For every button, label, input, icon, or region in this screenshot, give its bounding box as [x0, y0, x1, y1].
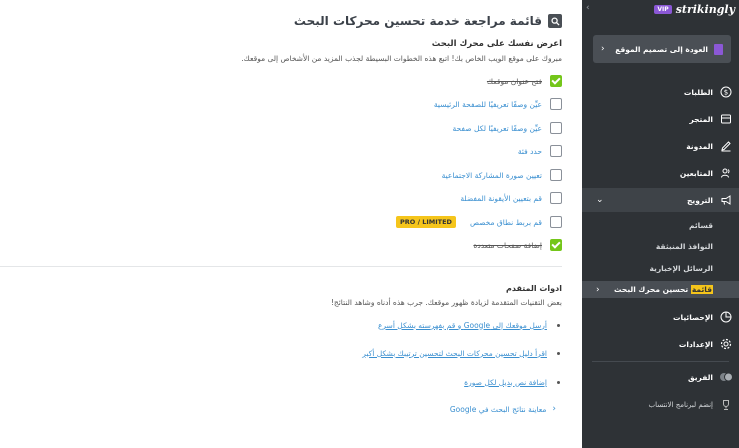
trophy-icon — [719, 398, 733, 412]
chevron-left-icon: ‹ — [552, 404, 556, 414]
sidebar-item-blog[interactable]: المدونة — [582, 134, 739, 158]
sidebar-item-settings[interactable]: الإعدادات — [582, 332, 739, 356]
megaphone-icon — [719, 193, 733, 207]
tool-item[interactable]: إضافة نص بديل لكل صورة — [464, 376, 562, 388]
sidebar-divider — [592, 361, 729, 362]
people-icon — [719, 166, 733, 180]
google-preview-label[interactable]: معاينة نتائج البحث في Google — [450, 405, 547, 414]
main-panel: قائمة مراجعة خدمة تحسين محركات البحث اعر… — [0, 0, 582, 448]
checklist-label: فتح عنوان موقعك — [486, 76, 542, 86]
tool-item[interactable]: اقرأ دليل تحسين محركات البحث لتحسين ترتي… — [362, 347, 562, 359]
back-to-site-editor-button[interactable]: العودة إلى تصميم الموقع ‹ — [593, 35, 731, 63]
checkbox[interactable] — [550, 98, 562, 110]
sidebar-item-store[interactable]: المتجر — [582, 107, 739, 131]
checklist-item[interactable]: حدد فئة — [518, 144, 562, 158]
sidebar-item-label: الطلبات — [683, 87, 713, 97]
tool-item[interactable]: أرسل موقعك إلى Google و قم بفهرسته بشكل … — [378, 319, 562, 331]
checklist-item[interactable]: فتح عنوان موقعك — [487, 74, 562, 88]
bullet-icon — [557, 351, 560, 355]
google-preview-link[interactable]: ‹ معاينة نتائج البحث في Google — [450, 404, 556, 414]
sidebar-item-followers[interactable]: المتابعين — [582, 161, 739, 185]
tool-link[interactable]: اقرأ دليل تحسين محركات البحث لتحسين ترتي… — [362, 349, 547, 358]
chevron-left-icon: ‹ — [601, 44, 605, 54]
checkbox[interactable] — [550, 192, 562, 204]
tool-link[interactable]: إضافة نص بديل لكل صورة — [464, 378, 547, 387]
sidebar-subitem-seo-checklist[interactable]: قائمة تحسين محرك البحث ‹ — [582, 281, 739, 298]
page-title-text: قائمة مراجعة خدمة تحسين محركات البحث — [293, 14, 542, 28]
sidebar-subitem-popups[interactable]: النوافذ المنبثقة — [656, 242, 713, 251]
vip-badge: VIP — [654, 5, 672, 14]
back-button-label: العودة إلى تصميم الموقع — [615, 44, 708, 54]
sidebar-item-label: الترويج — [687, 195, 713, 205]
sidebar-subitem-newsletters[interactable]: الرسائل الإخبارية — [650, 264, 714, 273]
strikingly-logo: strikingly — [675, 3, 735, 16]
gear-icon — [719, 337, 733, 351]
checklist-link[interactable]: تعيين صورة المشاركة الاجتماعية — [442, 171, 542, 180]
checkbox-checked[interactable] — [550, 239, 562, 251]
bullet-icon — [557, 323, 560, 327]
checklist-label: إضافة صفحات متعددة — [473, 240, 542, 250]
brand: strikingly VIP — [654, 3, 735, 16]
checklist-item[interactable]: تعيين صورة المشاركة الاجتماعية — [442, 168, 562, 182]
checkbox-checked[interactable] — [550, 75, 562, 87]
checklist-item[interactable]: قم بربط نطاق مخصص PRO / LIMITED — [396, 215, 562, 229]
pie-chart-icon — [719, 310, 733, 324]
checklist-link[interactable]: عيِّن وصفًا تعريفيًا للصفحة الرئيسية — [434, 100, 542, 109]
sidebar-item-stats[interactable]: الإحصائيات — [582, 305, 739, 329]
section-divider — [0, 266, 562, 267]
checklist-item[interactable]: إضافة صفحات متعددة — [473, 238, 562, 252]
bullet-icon — [557, 380, 560, 384]
chevron-left-icon: ‹ — [596, 284, 600, 295]
checkbox[interactable] — [550, 145, 562, 157]
sidebar-item-label: المتجر — [689, 114, 713, 124]
checklist-item[interactable]: عيِّن وصفًا تعريفيًا لكل صفحة — [453, 121, 562, 135]
sidebar-item-label: الإحصائيات — [673, 312, 713, 322]
sidebar-item-label: الإعدادات — [678, 339, 713, 349]
site-editor-icon — [714, 43, 723, 55]
advanced-tools-title: ادوات المتقدم — [505, 284, 562, 293]
tool-link[interactable]: أرسل موقعك إلى Google و قم بفهرسته بشكل … — [378, 321, 547, 330]
checkbox[interactable] — [550, 169, 562, 181]
section-title: اعرض نفسك على محرك البحث — [431, 39, 562, 49]
section-description: مبروك على موقع الويب الخاص بك! اتبع هذه … — [241, 54, 562, 63]
pen-icon — [719, 139, 733, 153]
sidebar-item-label: إنضم لبرنامج الانتساب — [648, 401, 714, 409]
sidebar-item-promotion[interactable]: الترويج ⌄ — [582, 188, 739, 212]
checklist-item[interactable]: قم بتعيين الأيقونة المفضلة — [460, 191, 562, 205]
sidebar-item-label: المدونة — [686, 141, 713, 151]
checklist-link[interactable]: قم بتعيين الأيقونة المفضلة — [460, 194, 542, 203]
dollar-icon: $ — [719, 85, 733, 99]
checklist-link[interactable]: قم بربط نطاق مخصص — [470, 218, 542, 227]
checklist-link[interactable]: حدد فئة — [518, 147, 542, 156]
sidebar-item-team[interactable]: الفريق — [582, 365, 739, 389]
search-icon — [548, 14, 562, 28]
page-title: قائمة مراجعة خدمة تحسين محركات البحث — [294, 14, 562, 28]
sidebar-item-label: الفريق — [687, 372, 713, 382]
checklist-item[interactable]: عيِّن وصفًا تعريفيًا للصفحة الرئيسية — [434, 97, 562, 111]
collapse-sidebar-icon[interactable]: › — [586, 3, 590, 13]
sidebar: strikingly VIP › العودة إلى تصميم الموقع… — [582, 0, 739, 448]
sidebar-subitem-label: قائمة تحسين محرك البحث — [613, 285, 713, 294]
checkbox[interactable] — [550, 122, 562, 134]
checklist-link[interactable]: عيِّن وصفًا تعريفيًا لكل صفحة — [453, 124, 542, 133]
chevron-down-icon: ⌄ — [596, 195, 604, 205]
pro-limited-badge: PRO / LIMITED — [396, 216, 456, 228]
checkbox[interactable] — [550, 216, 562, 228]
svg-text:$: $ — [724, 89, 728, 97]
team-avatars-icon — [719, 370, 733, 384]
store-icon — [719, 112, 733, 126]
sidebar-item-label: المتابعين — [679, 168, 713, 178]
advanced-tools-description: بعض التقنيات المتقدمة لزيادة ظهور موقعك.… — [330, 298, 562, 307]
sidebar-item-affiliate[interactable]: إنضم لبرنامج الانتساب — [582, 393, 739, 417]
sidebar-subitem-coupons[interactable]: قسائم — [689, 221, 713, 230]
sidebar-item-orders[interactable]: $ الطلبات — [582, 80, 739, 104]
